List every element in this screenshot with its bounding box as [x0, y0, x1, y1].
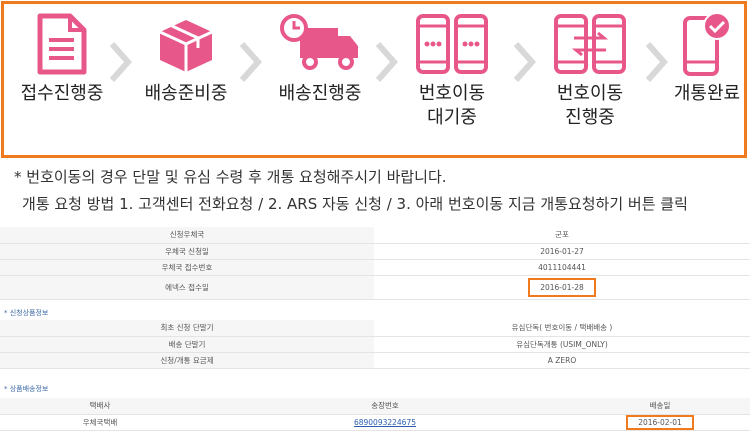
step-label: 번호이동 진행중 — [556, 83, 624, 128]
step-port-waiting: 번호이동 대기중 — [392, 12, 512, 130]
row-key: 신청우체국 — [0, 227, 374, 244]
box-icon — [159, 20, 213, 72]
highlight-box: 2016-02-01 — [626, 414, 694, 430]
section-title-text: 상품배송정보 — [9, 385, 49, 393]
table-row: 최초 신청 단말기 유심단독( 번호이동 / 택배배송 ) — [0, 320, 750, 337]
row-value: 유심단독( 번호이동 / 택배배송 ) — [374, 320, 750, 337]
shipping-table: 택배사 송장번호 배송일 우체국택배 6890093224675 2016-02… — [0, 398, 750, 431]
tracking-number-link[interactable]: 6890093224675 — [354, 418, 416, 427]
step-label: 개통완료 — [673, 83, 741, 104]
step-received: 접수진행중 — [2, 12, 122, 106]
step-preparing: 배송준비중 — [126, 12, 246, 106]
step-label: 배송준비중 — [144, 83, 228, 104]
chevron-right-icon — [239, 42, 262, 82]
table-row: 신청/개통 요금제 A ZERO — [0, 352, 750, 369]
row-key: 에넥스 접수일 — [0, 275, 374, 300]
column-header: 송장번호 — [200, 398, 570, 415]
table-row: 신청우체국 군포 — [0, 227, 750, 244]
row-key: 배송 단말기 — [0, 336, 374, 353]
ship-date-cell: 2016-02-01 — [570, 414, 750, 431]
row-value: 군포 — [374, 227, 750, 244]
bullet-icon: * — [4, 309, 8, 317]
section-title-text: 신청상품정보 — [9, 309, 49, 317]
step-label: 접수진행중 — [20, 83, 104, 104]
note-activation-methods: 개통 요청 방법 1. 고객센터 전화요청 / 2. ARS 자동 신청 / 3… — [22, 195, 688, 213]
table-row: 우체국택배 6890093224675 2016-02-01 — [0, 414, 750, 431]
table-row: 우체국 접수번호 4011104441 — [0, 259, 750, 276]
row-key: 우체국 접수번호 — [0, 259, 374, 276]
row-value: 4011104441 — [374, 259, 750, 276]
section-title-product: * 신청상품정보 — [4, 308, 48, 318]
process-steps: 접수진행중 배송준비중 배송진행중 번호이동 대기중 번호이동 진행중 개통완료 — [1, 1, 747, 158]
product-info-table: 최초 신청 단말기 유심단독( 번호이동 / 택배배송 ) 배송 단말기 유심단… — [0, 320, 750, 369]
row-key: 우체국 신청일 — [0, 243, 374, 260]
highlight-box: 2016-01-28 — [528, 277, 596, 297]
section-title-shipping: * 상품배송정보 — [4, 384, 48, 394]
table-row: 에넥스 접수일 2016-01-28 — [0, 275, 750, 300]
row-key: 최초 신청 단말기 — [0, 320, 374, 337]
table-row: 배송 단말기 유심단독개통 (USIM_ONLY) — [0, 336, 750, 353]
column-header: 택배사 — [0, 398, 200, 415]
row-value: 2016-01-27 — [374, 243, 750, 260]
order-info-table: 신청우체국 군포 우체국 신청일 2016-01-27 우체국 접수번호 401… — [0, 227, 750, 300]
table-row: 우체국 신청일 2016-01-27 — [0, 243, 750, 260]
truck-icon — [280, 14, 358, 70]
step-label: 배송진행중 — [278, 83, 362, 104]
two-phones-icon — [416, 14, 488, 74]
step-port-progress: 번호이동 진행중 — [530, 12, 650, 130]
phone-check-icon — [683, 12, 731, 76]
step-activated: 개통완료 — [647, 12, 750, 106]
row-value-highlight: 2016-01-28 — [374, 275, 750, 300]
row-key: 신청/개통 요금제 — [0, 352, 374, 369]
tracking-cell: 6890093224675 — [200, 414, 570, 431]
document-icon — [37, 13, 87, 75]
row-value: A ZERO — [374, 352, 750, 369]
step-label: 번호이동 대기중 — [418, 83, 486, 128]
courier-cell: 우체국택배 — [0, 414, 200, 431]
phones-transfer-icon — [554, 14, 626, 74]
column-header: 배송일 — [570, 398, 750, 415]
bullet-icon: * — [4, 385, 8, 393]
table-header-row: 택배사 송장번호 배송일 — [0, 398, 750, 415]
row-value: 유심단독개통 (USIM_ONLY) — [374, 336, 750, 353]
note-port-instruction: * 번호이동의 경우 단말 및 유심 수령 후 개통 요청해주시기 바랍니다. — [14, 168, 447, 186]
step-shipping: 배송진행중 — [260, 12, 380, 106]
